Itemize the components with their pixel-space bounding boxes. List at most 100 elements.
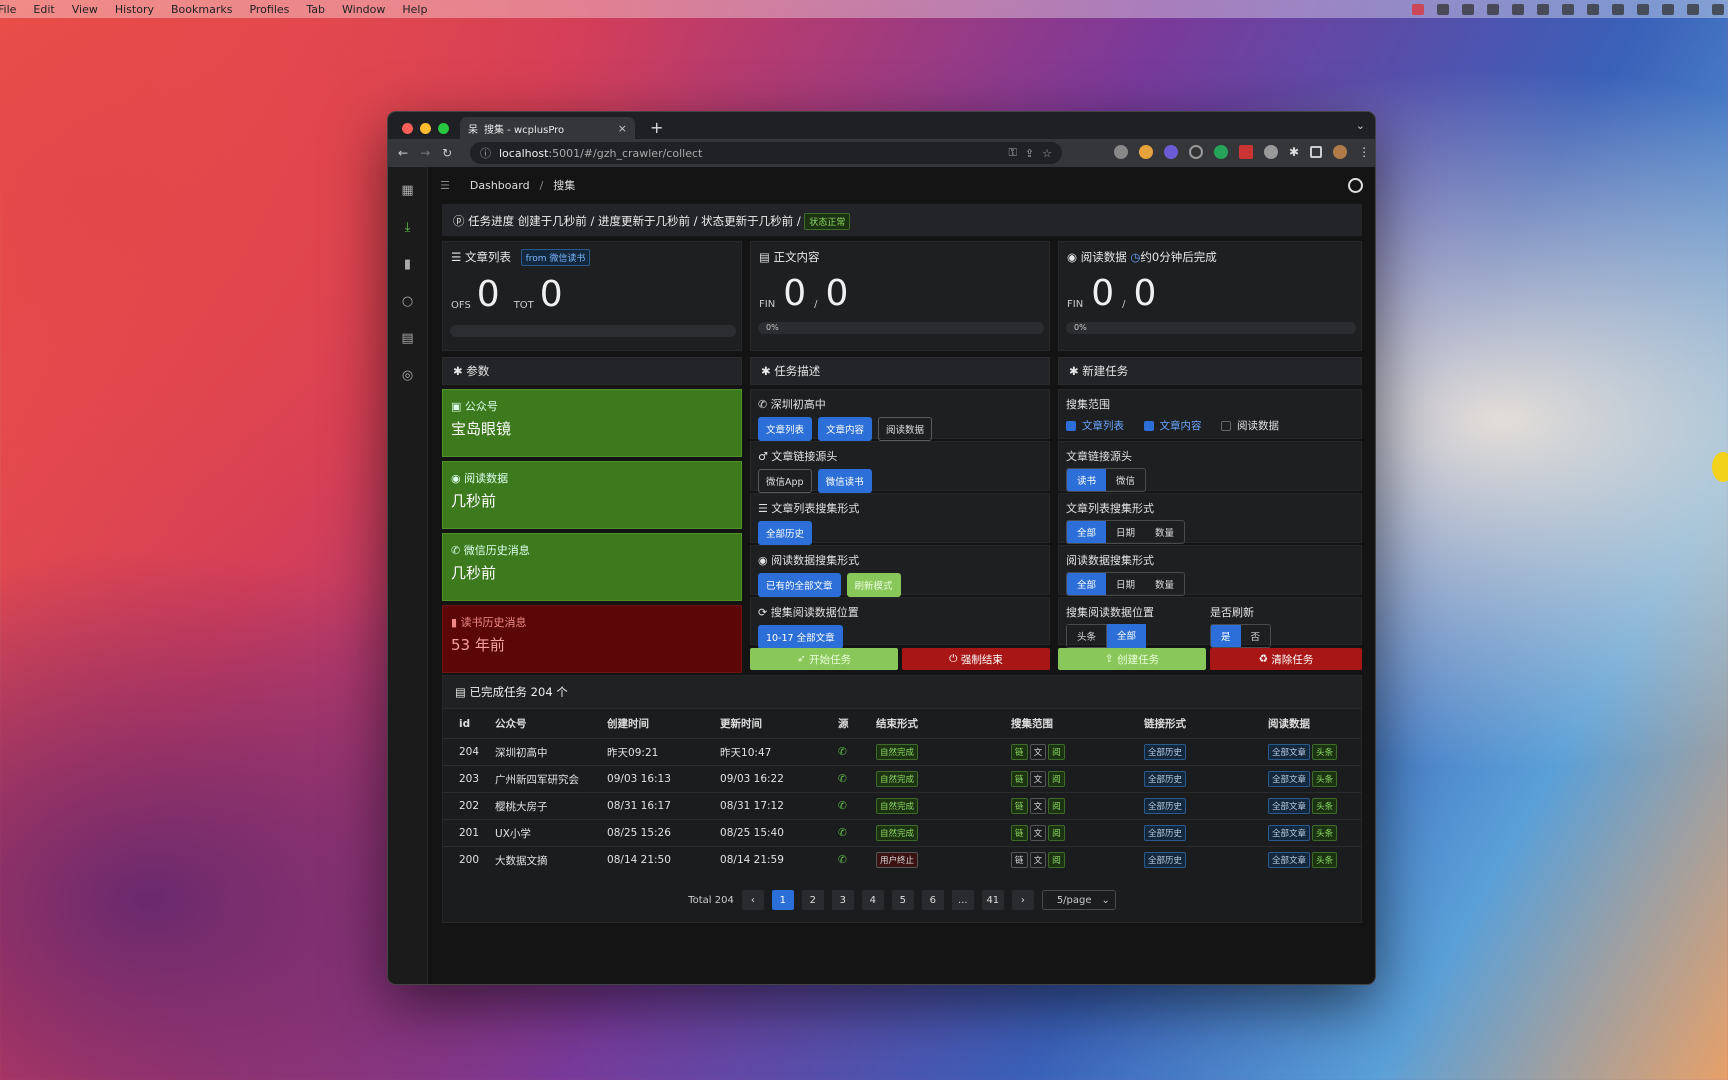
page-button[interactable]: 6 — [921, 890, 944, 910]
info-icon[interactable]: ⓘ — [480, 145, 491, 161]
close-window-button[interactable] — [402, 123, 413, 134]
col-id[interactable]: id — [443, 709, 487, 739]
start-task-button[interactable]: ➶ 开始任务 — [750, 648, 898, 670]
table-row[interactable]: 201 UX小学 08/25 15:26 08/25 15:40 ✆ 自然完成 … — [443, 819, 1361, 847]
menu-file[interactable]: File — [0, 3, 16, 16]
tab-search-icon[interactable]: ⌄ — [1356, 119, 1365, 132]
layout-icon[interactable] — [1512, 3, 1524, 15]
next-page-button[interactable]: › — [1011, 890, 1034, 910]
scope-content-checkbox[interactable]: 文章内容 — [1143, 418, 1202, 433]
wifi-icon[interactable] — [1612, 3, 1624, 15]
list-all-option[interactable]: 全部 — [1067, 521, 1107, 543]
page-ellipsis[interactable]: ... — [951, 890, 974, 910]
address-bar[interactable]: ⓘ localhost:5001/#/gzh_crawler/collect ⚿… — [470, 142, 1062, 164]
col-updated[interactable]: 更新时间 — [712, 709, 830, 739]
scope-read-checkbox[interactable]: 阅读数据 — [1221, 418, 1279, 433]
spotlight-icon[interactable] — [1662, 3, 1674, 15]
close-tab-icon[interactable]: × — [618, 122, 627, 135]
col-end[interactable]: 结束形式 — [868, 709, 1003, 739]
chart-icon[interactable]: ▮ — [404, 257, 411, 272]
zoom-window-button[interactable] — [438, 123, 449, 134]
minimize-window-button[interactable] — [420, 123, 431, 134]
scope-read-button[interactable]: 阅读数据 — [878, 417, 933, 441]
table-row[interactable]: 200 大数据文摘 08/14 21:50 08/14 21:59 ✆ 用户终止… — [443, 846, 1361, 874]
status-icon[interactable] — [1437, 3, 1449, 15]
scope-list-checkbox[interactable]: 文章列表 — [1066, 418, 1124, 433]
col-created[interactable]: 创建时间 — [599, 709, 712, 739]
ext-icon[interactable] — [1239, 145, 1253, 159]
key-icon[interactable]: ⚿ — [1009, 146, 1017, 160]
read-all-articles-button[interactable]: 已有的全部文章 — [758, 573, 841, 597]
headphones-icon[interactable] — [1537, 3, 1549, 15]
grammarly-icon[interactable] — [1214, 145, 1228, 159]
side-panel-icon[interactable] — [1310, 146, 1323, 158]
menu-bookmarks[interactable]: Bookmarks — [171, 3, 232, 16]
list-date-option[interactable]: 日期 — [1106, 521, 1145, 543]
menu-history[interactable]: History — [115, 3, 154, 16]
col-account[interactable]: 公众号 — [487, 709, 599, 739]
pos-top-option[interactable]: 头条 — [1066, 624, 1108, 648]
input-icon[interactable] — [1637, 3, 1649, 15]
clear-task-button[interactable]: ♻ 清除任务 — [1210, 648, 1362, 670]
scope-list-button[interactable]: 文章列表 — [758, 417, 813, 441]
search-icon[interactable]: ○ — [402, 294, 413, 309]
menu-tab[interactable]: Tab — [306, 3, 325, 16]
list-all-history-button[interactable]: 全部历史 — [758, 521, 813, 545]
display-icon[interactable] — [1462, 3, 1474, 15]
forward-icon[interactable]: → — [420, 146, 430, 160]
create-task-button[interactable]: ⇪ 创建任务 — [1058, 648, 1206, 670]
menu-window[interactable]: Window — [342, 3, 385, 16]
table-row[interactable]: 202 樱桃大房子 08/31 16:17 08/31 17:12 ✆ 自然完成… — [443, 792, 1361, 820]
src-book-button[interactable]: 微信读书 — [817, 469, 872, 493]
prev-page-button[interactable]: ‹ — [741, 890, 764, 910]
profile-avatar[interactable] — [1333, 145, 1348, 159]
bluetooth-icon[interactable] — [1562, 3, 1574, 15]
bookmark-star-icon[interactable]: ☆ — [1042, 147, 1052, 160]
share-icon[interactable]: ⇪ — [1025, 147, 1034, 160]
chrome-menu-icon[interactable]: ⋮ — [1358, 145, 1370, 159]
pos-range-button[interactable]: 10-17 全部文章 — [758, 625, 843, 649]
new-tab-button[interactable]: + — [650, 118, 663, 137]
col-link[interactable]: 链接形式 — [1136, 709, 1260, 739]
breadcrumb-root[interactable]: Dashboard — [470, 179, 530, 192]
page-button[interactable]: 2 — [801, 890, 824, 910]
ext-icon[interactable] — [1139, 145, 1153, 159]
reload-icon[interactable]: ↻ — [442, 146, 452, 160]
refresh-mode-button[interactable]: 刷新模式 — [846, 573, 901, 597]
ext-icon[interactable] — [1164, 145, 1178, 159]
menu-edit[interactable]: Edit — [33, 3, 54, 16]
read-count-option[interactable]: 数量 — [1145, 573, 1184, 595]
menu-profiles[interactable]: Profiles — [249, 3, 289, 16]
table-row[interactable]: 204 深圳初高中 昨天09:21 昨天10:47 ✆ 自然完成 链文阅 全部历… — [443, 738, 1361, 766]
read-all-option[interactable]: 全部 — [1067, 573, 1107, 595]
back-icon[interactable]: ← — [398, 146, 408, 160]
pos-all-option[interactable]: 全部 — [1107, 624, 1147, 648]
list-count-option[interactable]: 数量 — [1145, 521, 1184, 543]
page-button[interactable]: 41 — [981, 890, 1004, 910]
src-book-option[interactable]: 读书 — [1067, 469, 1107, 491]
page-button[interactable]: 1 — [771, 890, 794, 910]
col-scope[interactable]: 搜集范围 — [1003, 709, 1136, 739]
page-button[interactable]: 3 — [831, 890, 854, 910]
page-button[interactable]: 4 — [861, 890, 884, 910]
ext-icon[interactable] — [1189, 145, 1203, 159]
col-read[interactable]: 阅读数据 — [1260, 709, 1361, 739]
read-date-option[interactable]: 日期 — [1106, 573, 1145, 595]
control-center-icon[interactable] — [1687, 3, 1699, 15]
scope-content-button[interactable]: 文章内容 — [818, 417, 873, 441]
src-app-button[interactable]: 微信App — [758, 469, 812, 493]
page-size-select[interactable]: 5/page ⌄ — [1041, 890, 1116, 910]
monitor-icon[interactable] — [1487, 3, 1499, 15]
src-wechat-option[interactable]: 微信 — [1106, 469, 1145, 491]
dashboard-icon[interactable]: ▦ — [401, 183, 413, 198]
clipboard-icon[interactable]: ▤ — [401, 331, 413, 346]
battery-icon[interactable] — [1587, 3, 1599, 15]
record-icon[interactable] — [1412, 3, 1424, 15]
table-row[interactable]: 203 广州新四军研究会 09/03 16:13 09/03 16:22 ✆ 自… — [443, 765, 1361, 793]
siri-icon[interactable] — [1712, 3, 1724, 15]
force-stop-button[interactable]: ⏻ 强制结束 — [902, 648, 1050, 670]
page-button[interactable]: 5 — [891, 890, 914, 910]
refresh-no-option[interactable]: 否 — [1241, 625, 1271, 647]
settings-icon[interactable]: ◎ — [402, 368, 413, 383]
menu-view[interactable]: View — [72, 3, 98, 16]
